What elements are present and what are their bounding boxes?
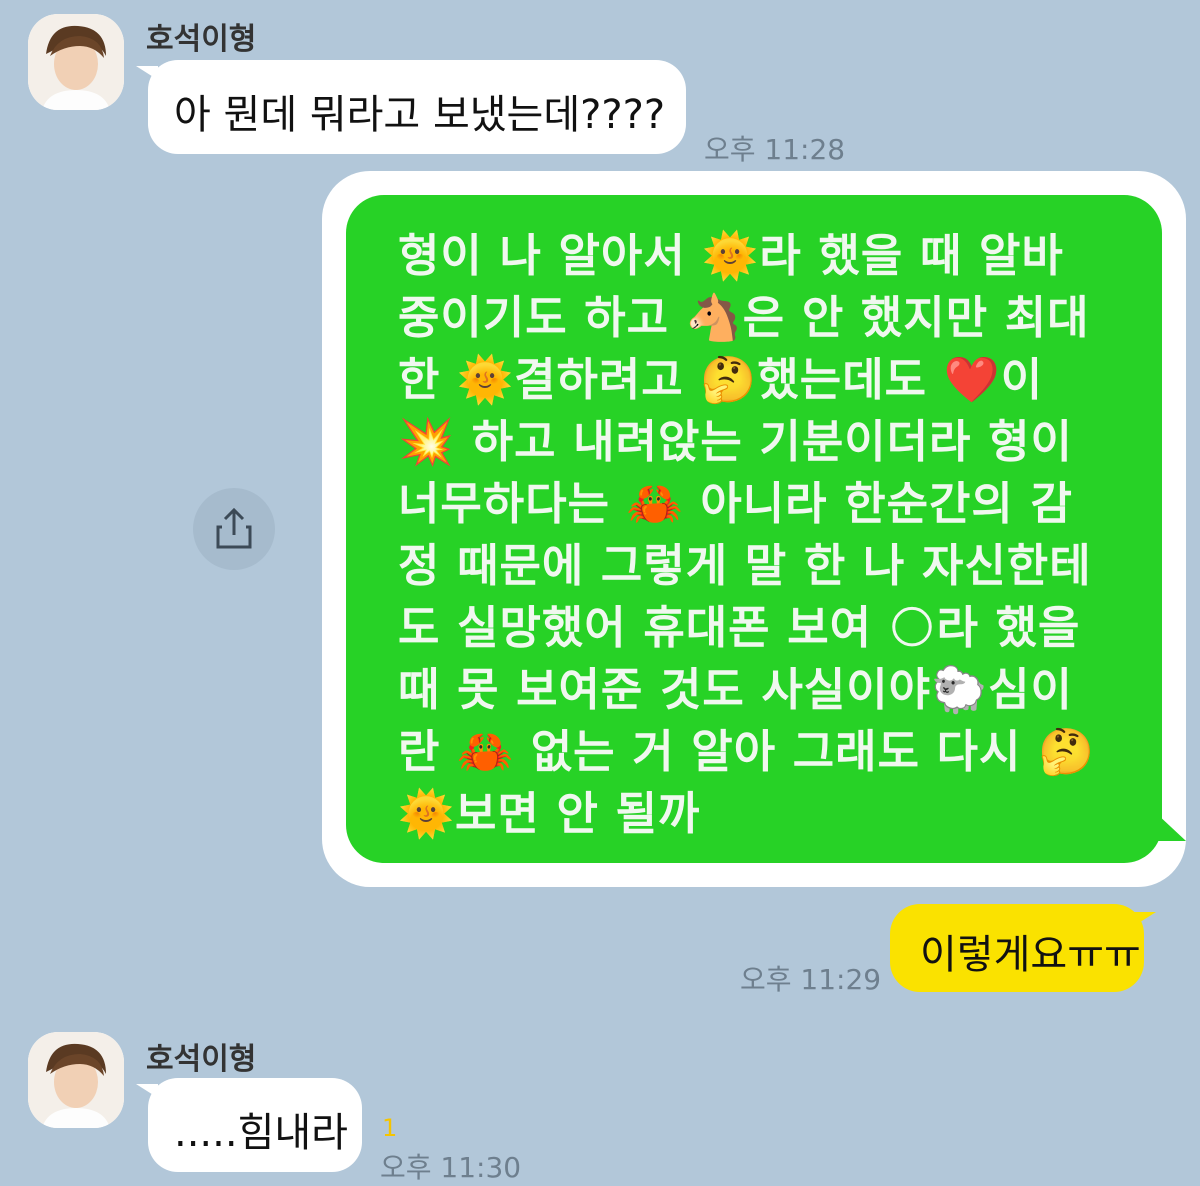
- image-text-line: 한 🌞결하려고 🤔했는데도 ❤️이: [398, 353, 1044, 406]
- image-text-line: 너무하다는 🦀 아니라 한순간의 감: [398, 477, 1073, 530]
- profile-avatar-icon: [28, 1032, 124, 1128]
- image-text-line: 💥 하고 내려앉는 기분이더라 형이: [398, 415, 1073, 468]
- sent-image[interactable]: 형이 나 알아서 🌞라 했을 때 알바 중이기도 하고 🐴은 안 했지만 최대 …: [322, 171, 1186, 887]
- message-text: 이렇게요ㅠㅠ: [920, 932, 1141, 978]
- message-time: 오후 11:28: [704, 133, 846, 166]
- message-time: 오후 11:29: [740, 963, 882, 996]
- share-button[interactable]: [193, 488, 275, 570]
- avatar[interactable]: [28, 1032, 124, 1128]
- image-text-line: 란 🦀 없는 거 알아 그래도 다시 🤔: [398, 725, 1096, 778]
- avatar[interactable]: [28, 14, 124, 110]
- message-time: 오후 11:30: [380, 1151, 522, 1184]
- image-message-content: 형이 나 알아서 🌞라 했을 때 알바 중이기도 하고 🐴은 안 했지만 최대 …: [346, 195, 1186, 863]
- message-bubble[interactable]: .....힘내라: [136, 1078, 362, 1172]
- image-text-line: 🌞보면 안 될까: [398, 787, 701, 840]
- message-bubble-mine[interactable]: 이렇게요ㅠㅠ: [890, 904, 1156, 992]
- share-icon: [216, 507, 252, 549]
- message-bubble[interactable]: 아 뭔데 뭐라고 보냈는데????: [136, 60, 686, 154]
- message-text: .....힘내라: [174, 1110, 348, 1156]
- message-text: 아 뭔데 뭐라고 보냈는데????: [174, 92, 666, 138]
- sender-name: 호석이형: [146, 22, 257, 57]
- image-text-line: 형이 나 알아서 🌞라 했을 때 알바: [398, 229, 1064, 282]
- image-text-line: 때 못 보여준 것도 사실이야🐑심이: [398, 663, 1073, 716]
- profile-avatar-icon: [28, 14, 124, 110]
- sender-name: 호석이형: [146, 1042, 257, 1077]
- image-text-line: 정 때문에 그렇게 말 한 나 자신한테: [398, 539, 1092, 592]
- image-text-line: 도 실망했어 휴대폰 보여 🌕라 했을: [398, 601, 1081, 654]
- image-text-line: 중이기도 하고 🐴은 안 했지만 최대: [398, 291, 1090, 344]
- unread-count: 1: [382, 1114, 398, 1142]
